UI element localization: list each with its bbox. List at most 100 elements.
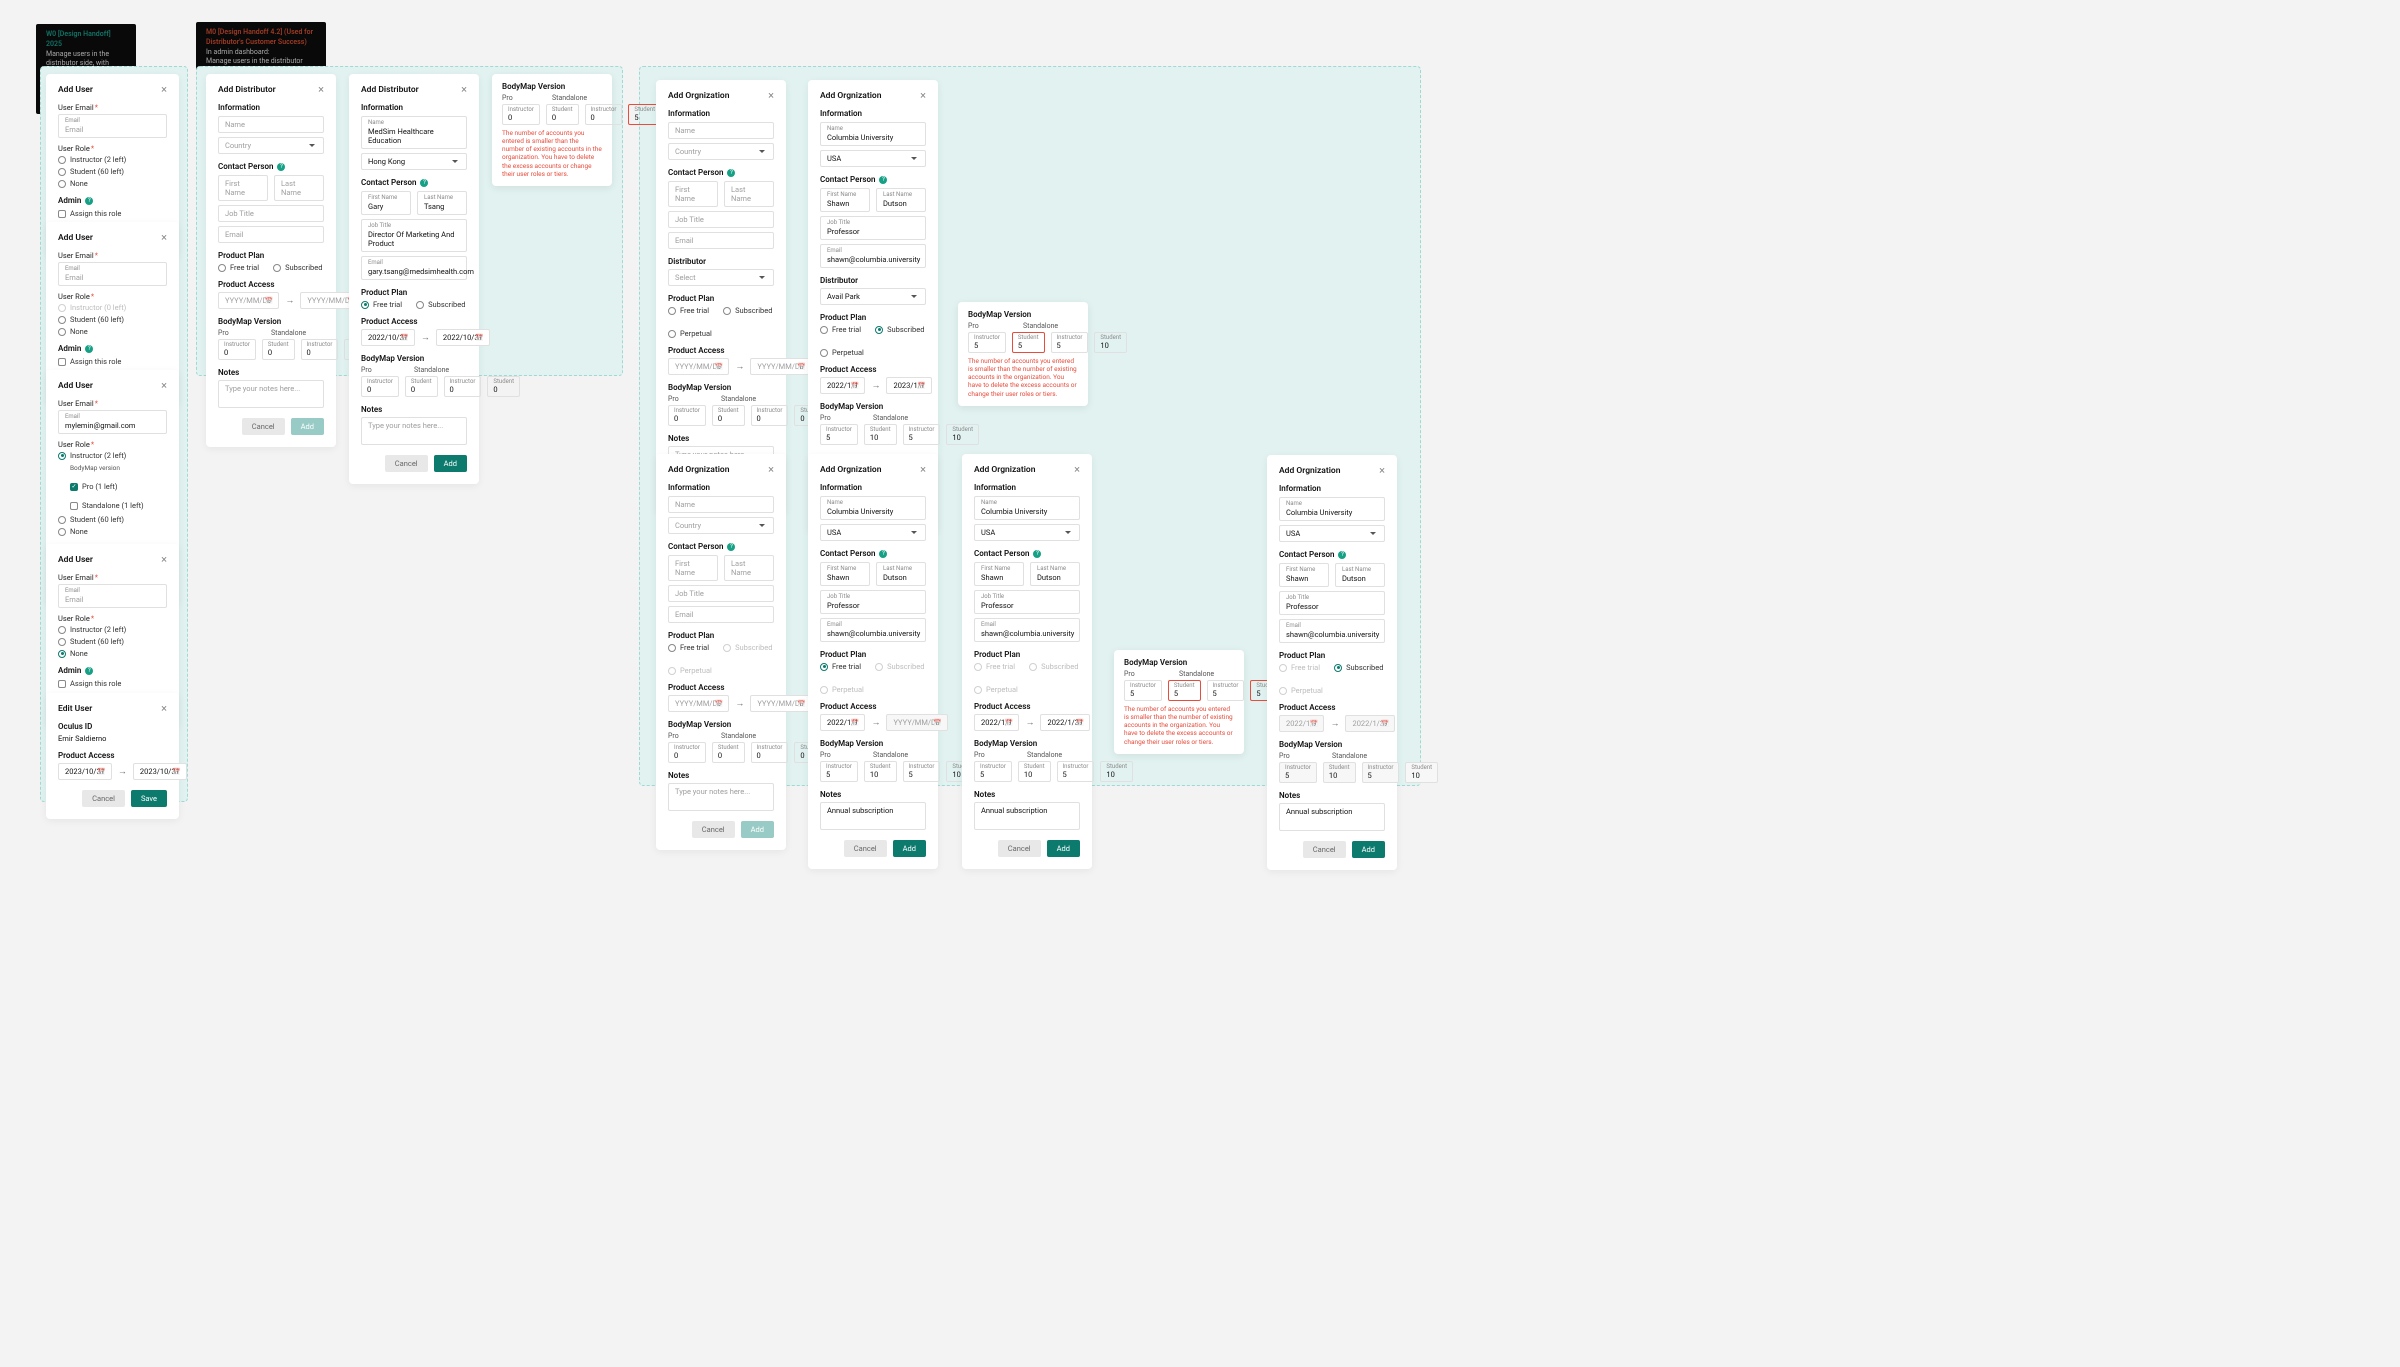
first-name-input[interactable]: First NameGary: [361, 191, 411, 215]
email-input[interactable]: EmailEmail: [58, 262, 167, 286]
plan-perpetual[interactable]: Perpetual: [668, 329, 712, 338]
cancel-button[interactable]: Cancel: [1303, 841, 1346, 858]
contact-email-input[interactable]: Emailshawn@columbia.university: [974, 618, 1080, 642]
plan-subscribed[interactable]: Subscribed: [875, 325, 924, 334]
bmv-sa-student[interactable]: Student10: [1100, 761, 1133, 782]
bmv-pro-student[interactable]: Student0: [712, 405, 745, 426]
close-icon[interactable]: ×: [161, 232, 167, 243]
close-icon[interactable]: ×: [768, 90, 774, 101]
plan-perpetual[interactable]: Perpetual: [820, 348, 864, 357]
role-none[interactable]: None: [58, 327, 167, 336]
bmv-pro-instructor[interactable]: Instructor5: [974, 761, 1012, 782]
bmv-pro-student[interactable]: Student5: [1168, 680, 1201, 701]
bmv-pro-student[interactable]: Student0: [546, 104, 579, 125]
contact-email-input[interactable]: Emailshawn@columbia.university: [1279, 619, 1385, 643]
name-input[interactable]: Name: [668, 496, 774, 513]
info-icon[interactable]: ?: [420, 179, 428, 187]
notes-textarea[interactable]: Annual subscription: [820, 802, 926, 830]
bmv-sa-instructor[interactable]: Instructor5: [903, 424, 941, 445]
date-from[interactable]: 2023/10/31: [58, 763, 112, 780]
name-input[interactable]: NameColumbia University: [974, 496, 1080, 520]
bmv-pro-instructor[interactable]: Instructor0: [361, 376, 399, 397]
country-select[interactable]: Hong Kong: [361, 153, 467, 170]
plan-subscribed[interactable]: Subscribed: [416, 300, 465, 309]
cancel-button[interactable]: Cancel: [998, 840, 1041, 857]
job-title-input[interactable]: Job TitleDirector Of Marketing And Produ…: [361, 219, 467, 252]
plan-free-trial[interactable]: Free trial: [668, 306, 709, 315]
bmv-sa-student[interactable]: Student10: [946, 424, 979, 445]
first-name-input[interactable]: First NameShawn: [1279, 563, 1329, 587]
plan-free-trial[interactable]: Free trial: [820, 325, 861, 334]
last-name-input[interactable]: Last NameTsang: [417, 191, 467, 215]
bmv-pro-instructor[interactable]: Instructor0: [218, 339, 256, 360]
info-icon[interactable]: ?: [727, 543, 735, 551]
country-select[interactable]: Country: [668, 143, 774, 160]
plan-free-trial[interactable]: Free trial: [820, 662, 861, 671]
info-icon[interactable]: ?: [85, 667, 93, 675]
contact-email-input[interactable]: Emailshawn@columbia.university: [820, 244, 926, 268]
first-name-input[interactable]: First NameShawn: [974, 562, 1024, 586]
close-icon[interactable]: ×: [461, 84, 467, 95]
bmv-sa-instructor[interactable]: Instructor0: [444, 376, 482, 397]
bmv-sa-student[interactable]: Student0: [487, 376, 520, 397]
name-input[interactable]: Name: [668, 122, 774, 139]
bmv-sa-instructor[interactable]: Instructor0: [751, 742, 789, 763]
last-name-input[interactable]: Last Name: [724, 555, 774, 581]
distributor-select[interactable]: Select: [668, 269, 774, 286]
role-instructor[interactable]: Instructor (2 left): [58, 625, 167, 634]
bmv-pro-instructor[interactable]: Instructor0: [668, 405, 706, 426]
date-from[interactable]: 2022/1/1: [974, 714, 1019, 731]
date-to[interactable]: 2023/10/31: [133, 763, 187, 780]
contact-email-input[interactable]: Emailshawn@columbia.university: [820, 618, 926, 642]
assign-role-check[interactable]: Assign this role: [58, 679, 167, 688]
date-to[interactable]: 2023/1/1: [886, 377, 931, 394]
bmv-pro-check[interactable]: Pro (1 left): [70, 482, 117, 491]
notes-textarea[interactable]: Type your notes here...: [218, 380, 324, 408]
date-from[interactable]: YYYY/MM/DD: [668, 695, 729, 712]
info-icon[interactable]: ?: [879, 550, 887, 558]
name-input[interactable]: NameColumbia University: [1279, 497, 1385, 521]
job-title-input[interactable]: Job TitleProfessor: [820, 216, 926, 240]
close-icon[interactable]: ×: [920, 90, 926, 101]
email-input[interactable]: EmailEmail: [58, 584, 167, 608]
close-icon[interactable]: ×: [161, 380, 167, 391]
plan-subscribed[interactable]: Subscribed: [1334, 663, 1383, 672]
bmv-sa-instructor[interactable]: Instructor5: [1207, 680, 1245, 701]
job-title-input[interactable]: Job TitleProfessor: [974, 590, 1080, 614]
bmv-pro-instructor[interactable]: Instructor5: [820, 761, 858, 782]
contact-email-input[interactable]: Email: [668, 232, 774, 249]
bmv-pro-instructor[interactable]: Instructor0: [668, 742, 706, 763]
bmv-sa-instructor[interactable]: Instructor5: [903, 761, 941, 782]
bmv-standalone-check[interactable]: Standalone (1 left): [70, 501, 144, 510]
close-icon[interactable]: ×: [920, 464, 926, 475]
info-icon[interactable]: ?: [727, 169, 735, 177]
info-icon[interactable]: ?: [1033, 550, 1041, 558]
last-name-input[interactable]: Last NameDutson: [1030, 562, 1080, 586]
role-none[interactable]: None: [58, 527, 167, 536]
country-select[interactable]: USA: [1279, 525, 1385, 542]
add-button[interactable]: Add: [1352, 841, 1385, 858]
date-from[interactable]: 2022/10/31: [361, 329, 415, 346]
close-icon[interactable]: ×: [1379, 465, 1385, 476]
country-select[interactable]: USA: [974, 524, 1080, 541]
date-to[interactable]: 2022/1/31: [1040, 714, 1090, 731]
country-select[interactable]: USA: [820, 150, 926, 167]
role-student[interactable]: Student (60 left): [58, 515, 167, 524]
close-icon[interactable]: ×: [161, 84, 167, 95]
info-icon[interactable]: ?: [277, 163, 285, 171]
cancel-button[interactable]: Cancel: [844, 840, 887, 857]
first-name-input[interactable]: First Name: [668, 555, 718, 581]
bmv-sa-instructor[interactable]: Instructor0: [751, 405, 789, 426]
notes-textarea[interactable]: Type your notes here...: [668, 783, 774, 811]
first-name-input[interactable]: First NameShawn: [820, 188, 870, 212]
name-input[interactable]: NameColumbia University: [820, 496, 926, 520]
bmv-pro-student[interactable]: Student10: [864, 761, 897, 782]
bmv-pro-student[interactable]: Student0: [405, 376, 438, 397]
country-select[interactable]: USA: [820, 524, 926, 541]
cancel-button[interactable]: Cancel: [82, 790, 125, 807]
first-name-input[interactable]: First NameShawn: [820, 562, 870, 586]
job-title-input[interactable]: Job Title: [668, 585, 774, 602]
date-to[interactable]: YYYY/MM/DD: [750, 695, 811, 712]
contact-email-input[interactable]: Email: [668, 606, 774, 623]
plan-free-trial[interactable]: Free trial: [668, 643, 709, 652]
